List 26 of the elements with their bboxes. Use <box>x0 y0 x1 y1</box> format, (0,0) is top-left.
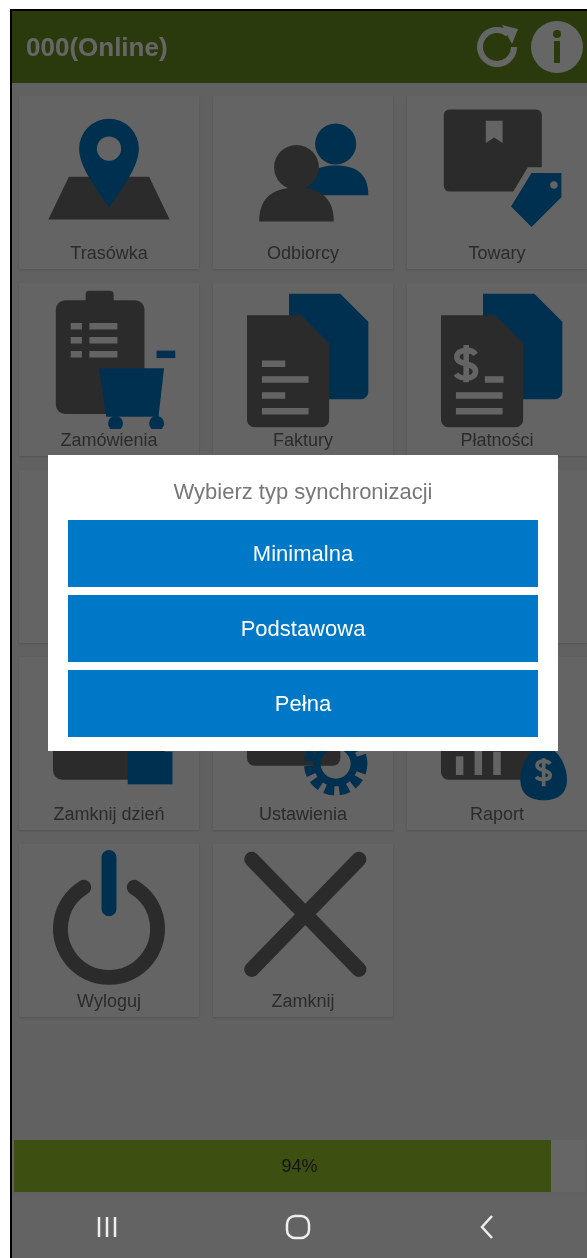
tile-label: Towary <box>468 242 526 264</box>
tile-label: Trasówka <box>70 242 148 264</box>
tile-label: Zamknij dzień <box>53 803 165 825</box>
tile-label: Faktury <box>273 429 333 451</box>
menu-tile[interactable]: Odbiorcy <box>213 96 393 269</box>
menu-tile[interactable]: Płatności <box>407 283 587 456</box>
tile-label: Płatności <box>460 429 534 451</box>
tile-label: Raport <box>470 803 524 825</box>
menu-tile[interactable]: Faktury <box>213 283 393 456</box>
home-icon[interactable] <box>284 1213 313 1241</box>
tile-label: Zamknij <box>271 990 335 1012</box>
sync-option-button[interactable]: Podstawowa <box>68 595 538 662</box>
menu-tile[interactable]: Wyloguj <box>19 844 199 1017</box>
tile-label: Wyloguj <box>77 990 141 1012</box>
tile-label: Zamówienia <box>60 429 158 451</box>
dialog-title: Wybierz typ synchronizacji <box>172 478 434 506</box>
app-title: 000(Online) <box>26 30 169 64</box>
sync-option-button[interactable]: Pełna <box>68 670 538 737</box>
menu-tile[interactable]: Towary <box>407 96 587 269</box>
progress-percent: 94% <box>280 1154 319 1178</box>
tile-label: Odbiorcy <box>267 242 339 264</box>
menu-tile[interactable]: Zamówienia <box>19 283 199 456</box>
menu-tile[interactable]: Zamknij <box>213 844 393 1017</box>
sync-option-button[interactable]: Minimalna <box>68 520 538 587</box>
tile-label: Ustawienia <box>258 803 347 825</box>
menu-tile[interactable]: Trasówka <box>19 96 199 269</box>
